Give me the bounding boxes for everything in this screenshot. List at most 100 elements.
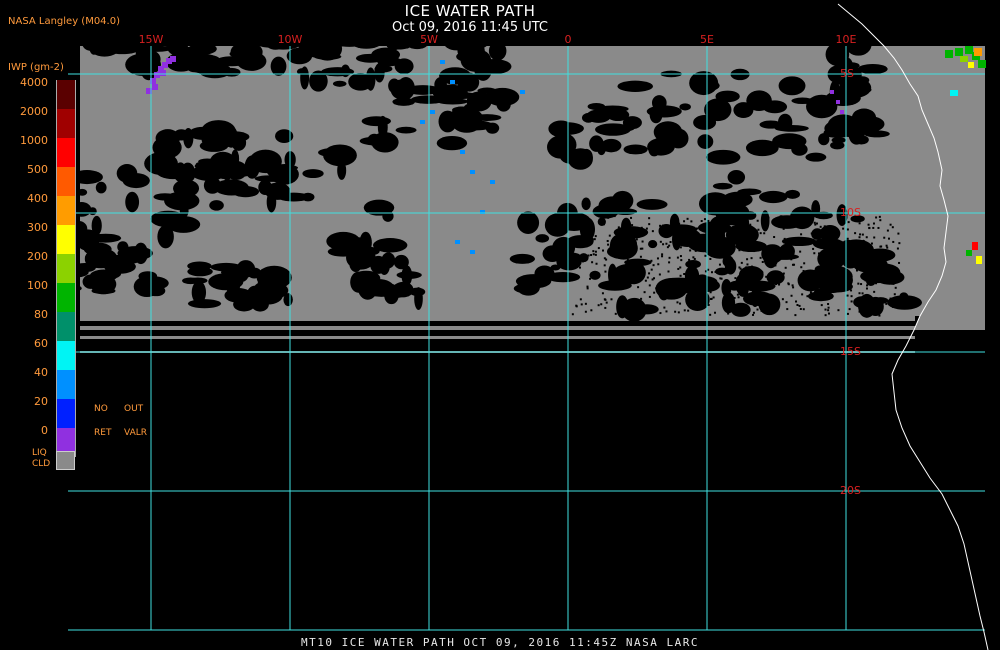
clear-sky-speck bbox=[618, 314, 621, 317]
clear-sky-speck bbox=[789, 225, 792, 228]
clear-sky-speck bbox=[737, 296, 740, 299]
ice-cloud-pixel bbox=[950, 90, 958, 96]
clear-sky-patch bbox=[819, 225, 841, 242]
ice-cloud-pixel bbox=[966, 250, 972, 256]
clear-sky-speck bbox=[702, 280, 705, 283]
clear-sky-speck bbox=[827, 309, 830, 312]
clear-sky-speck bbox=[760, 284, 763, 287]
ice-cloud-pixel bbox=[965, 46, 973, 54]
clear-sky-patch bbox=[401, 265, 413, 286]
legend-level-label: 4000 bbox=[20, 76, 48, 89]
ice-cloud-pixel bbox=[170, 56, 176, 62]
clear-sky-speck bbox=[817, 232, 820, 235]
clear-sky-speck bbox=[765, 302, 768, 305]
clear-sky-speck bbox=[626, 235, 629, 238]
clear-sky-patch bbox=[164, 191, 200, 211]
clear-sky-speck bbox=[616, 270, 619, 273]
clear-sky-speck bbox=[827, 303, 830, 306]
clear-sky-speck bbox=[864, 279, 867, 282]
clear-sky-speck bbox=[690, 220, 693, 223]
clear-sky-speck bbox=[679, 302, 682, 305]
clear-sky-speck bbox=[852, 246, 855, 249]
clear-sky-patch bbox=[705, 149, 741, 165]
clear-sky-patch bbox=[857, 63, 888, 75]
clear-sky-speck bbox=[808, 242, 811, 245]
clear-sky-speck bbox=[858, 310, 861, 313]
clear-sky-speck bbox=[669, 241, 672, 244]
clear-sky-patch bbox=[395, 126, 417, 134]
clear-sky-speck bbox=[597, 247, 600, 250]
clear-sky-speck bbox=[617, 301, 620, 304]
clear-sky-speck bbox=[894, 286, 897, 289]
clear-sky-speck bbox=[624, 256, 627, 259]
clear-sky-speck bbox=[858, 292, 861, 295]
clear-sky-patch bbox=[864, 130, 890, 138]
clear-sky-patch bbox=[382, 210, 394, 222]
clear-sky-speck bbox=[897, 274, 900, 277]
clear-sky-speck bbox=[835, 274, 838, 277]
clear-sky-speck bbox=[880, 245, 883, 248]
clear-sky-speck bbox=[820, 304, 823, 307]
latitude-label: 20S bbox=[840, 484, 861, 497]
clear-sky-speck bbox=[846, 294, 849, 297]
clear-sky-speck bbox=[730, 245, 733, 248]
clear-sky-speck bbox=[736, 293, 739, 296]
clear-sky-speck bbox=[668, 244, 671, 247]
clear-sky-speck bbox=[691, 228, 694, 231]
clear-sky-speck bbox=[687, 229, 690, 232]
clear-sky-speck bbox=[595, 262, 598, 265]
clear-sky-speck bbox=[619, 301, 622, 304]
clear-sky-speck bbox=[605, 301, 608, 304]
clear-sky-speck bbox=[802, 274, 805, 277]
clear-sky-speck bbox=[812, 247, 815, 250]
clear-sky-speck bbox=[742, 227, 745, 230]
clear-sky-speck bbox=[889, 223, 892, 226]
clear-sky-speck bbox=[823, 216, 826, 219]
clear-sky-speck bbox=[850, 289, 853, 292]
clear-sky-patch bbox=[244, 155, 260, 179]
clear-sky-speck bbox=[573, 217, 576, 220]
clear-sky-speck bbox=[589, 231, 592, 234]
clear-sky-speck bbox=[896, 247, 899, 250]
clear-sky-speck bbox=[633, 313, 636, 316]
clear-sky-patch bbox=[722, 255, 734, 268]
clear-sky-speck bbox=[661, 255, 664, 258]
clear-sky-speck bbox=[810, 272, 813, 275]
clear-sky-speck bbox=[892, 305, 895, 308]
clear-sky-speck bbox=[775, 283, 778, 286]
clear-sky-speck bbox=[865, 287, 868, 290]
clear-sky-speck bbox=[851, 263, 854, 266]
clear-sky-speck bbox=[648, 272, 651, 275]
clear-sky-speck bbox=[659, 224, 662, 227]
clear-sky-speck bbox=[674, 310, 677, 313]
clear-sky-speck bbox=[686, 217, 689, 220]
clear-sky-speck bbox=[658, 273, 661, 276]
clear-sky-patch bbox=[374, 65, 393, 73]
clear-sky-speck bbox=[667, 270, 670, 273]
legend-swatch bbox=[56, 254, 76, 283]
clear-sky-speck bbox=[868, 270, 871, 273]
clear-sky-speck bbox=[841, 241, 844, 244]
no-ret-label-line2: RET bbox=[94, 428, 112, 438]
clear-sky-speck bbox=[782, 227, 785, 230]
clear-sky-speck bbox=[794, 314, 797, 317]
clear-sky-speck bbox=[763, 282, 766, 285]
clear-sky-speck bbox=[753, 250, 756, 253]
clear-sky-speck bbox=[623, 272, 626, 275]
clear-sky-patch bbox=[157, 225, 174, 249]
ice-cloud-pixel bbox=[440, 60, 445, 64]
clear-sky-speck bbox=[725, 264, 728, 267]
clear-sky-patch bbox=[587, 102, 606, 111]
clear-sky-speck bbox=[604, 270, 607, 273]
clear-sky-speck bbox=[793, 263, 796, 266]
clear-sky-speck bbox=[639, 255, 642, 258]
clear-sky-speck bbox=[893, 293, 896, 296]
clear-sky-speck bbox=[608, 234, 611, 237]
clear-sky-speck bbox=[787, 220, 790, 223]
clear-sky-patch bbox=[183, 128, 194, 149]
clear-sky-speck bbox=[776, 301, 779, 304]
clear-sky-speck bbox=[591, 261, 594, 264]
clear-sky-speck bbox=[759, 256, 762, 259]
clear-sky-speck bbox=[823, 290, 826, 293]
clear-sky-speck bbox=[833, 249, 836, 252]
